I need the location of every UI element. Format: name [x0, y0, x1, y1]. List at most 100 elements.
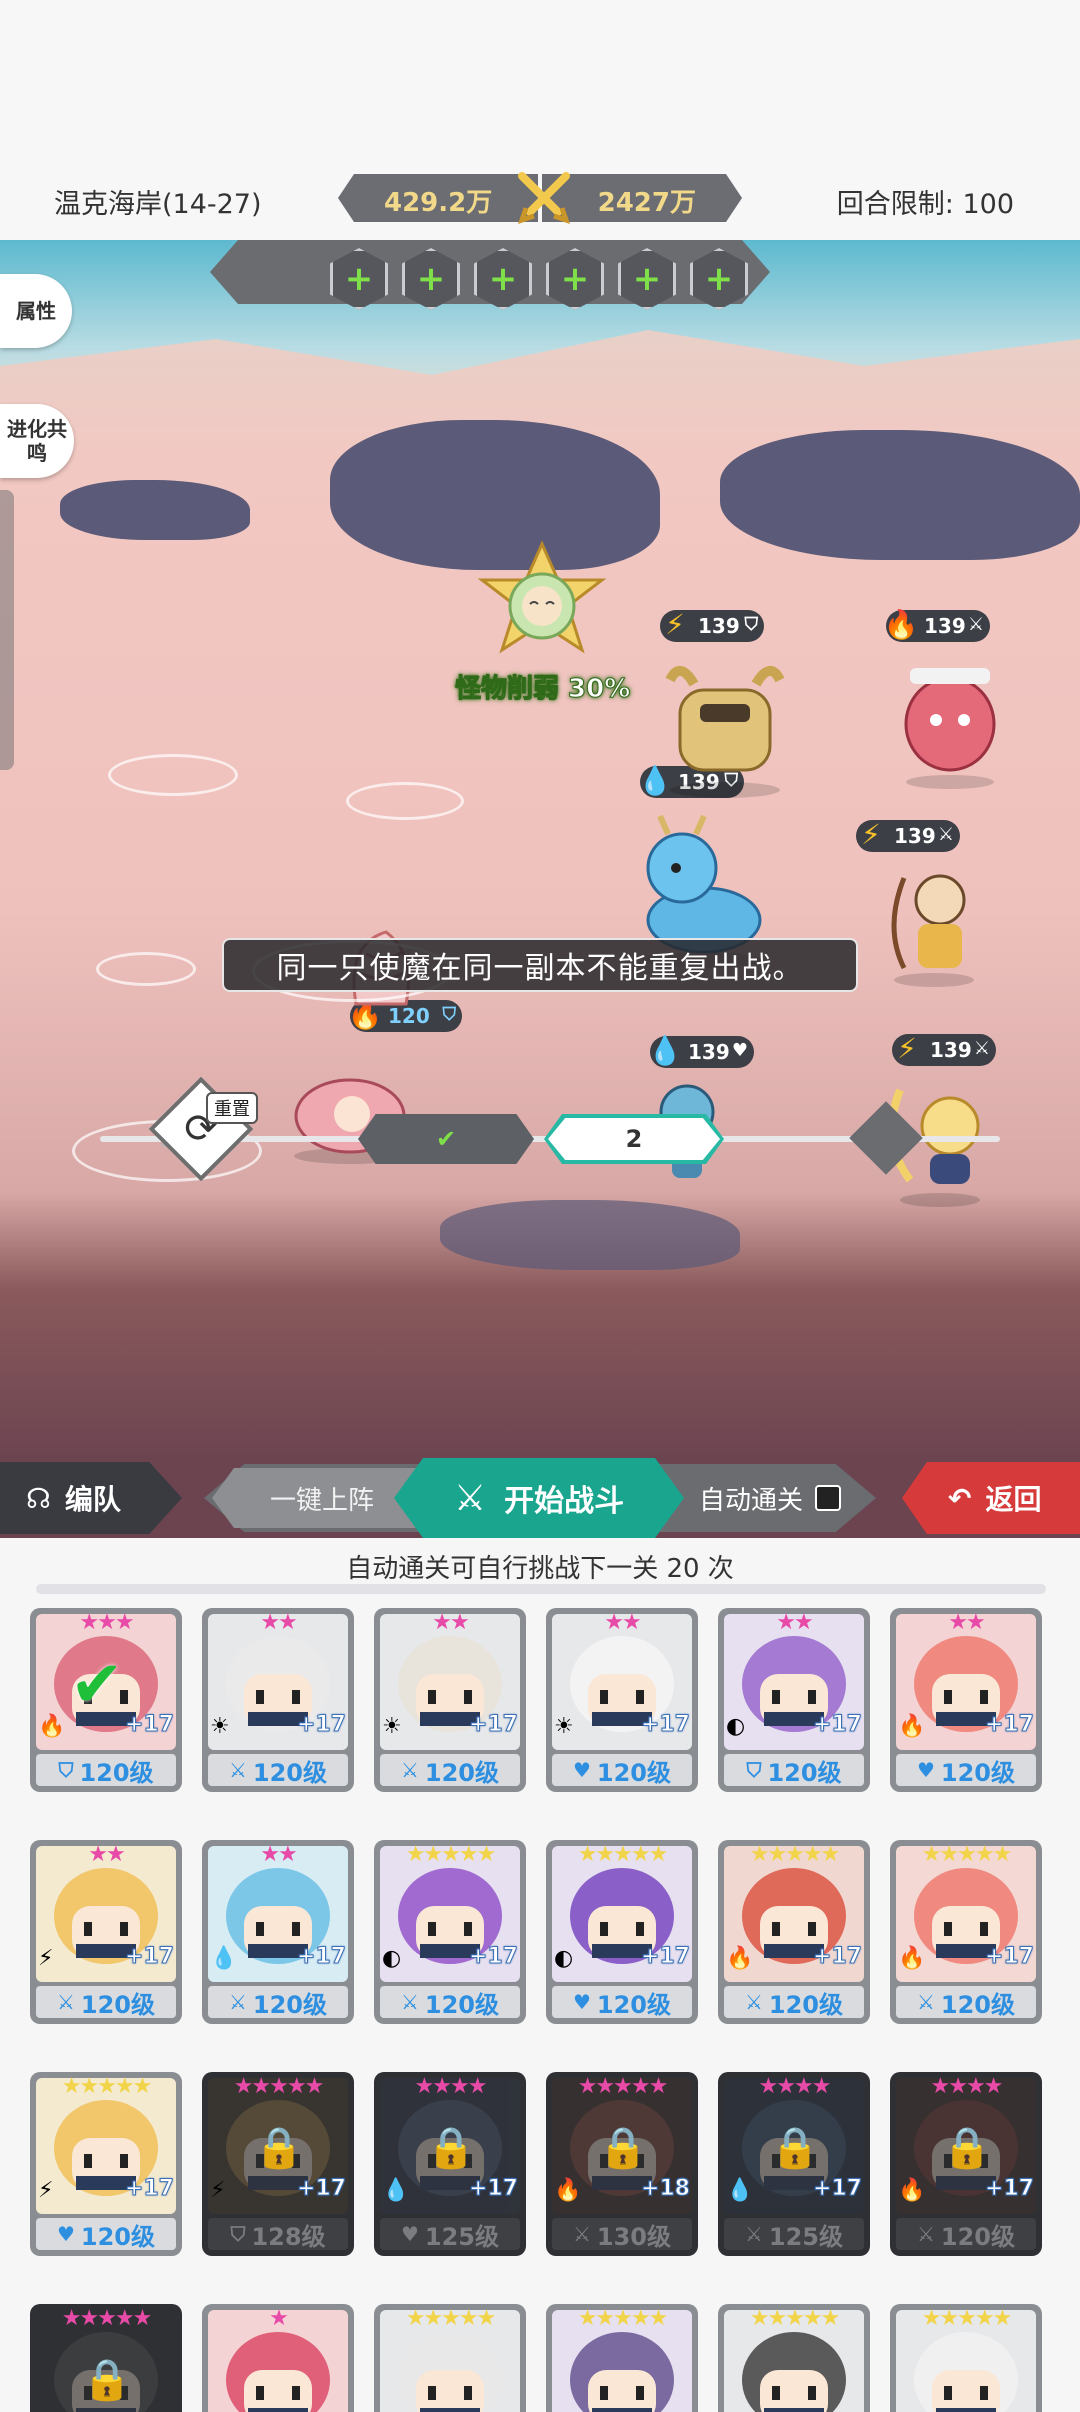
- enemy-archer[interactable]: [874, 858, 994, 988]
- roster-card-locked[interactable]: ★★★★ 💧 +17 ♥ 125级 🔒: [374, 2072, 526, 2256]
- evolution-resonance-button[interactable]: 进化共鸣: [0, 404, 74, 478]
- roster-card[interactable]: ★★★ 🔥 +17 ⛉ 120级 ✔: [30, 1608, 182, 1792]
- element-icon: ☀: [554, 1714, 574, 1739]
- roster-card[interactable]: ★★★★★ ⚡ +17 ♥ 120级: [30, 2072, 182, 2256]
- roster-card-locked[interactable]: ★★★★★ ⚡ +17 ⛉ 128级 🔒: [202, 2072, 354, 2256]
- class-icon: ♥: [916, 1758, 935, 1782]
- auto-clear-checkbox[interactable]: [815, 1485, 841, 1511]
- element-icon: 🔥: [726, 1946, 754, 1971]
- element-icon: 🔥: [38, 1714, 66, 1739]
- enemy-golem[interactable]: [650, 660, 800, 800]
- roster-card[interactable]: ★★ ☀ +17 ⚔ 120级: [374, 1608, 526, 1792]
- roster-card[interactable]: ★: [202, 2304, 354, 2412]
- thunder-icon: ⚡: [861, 818, 881, 851]
- ground-marker[interactable]: [108, 754, 238, 796]
- roster-card[interactable]: ★★★★★: [718, 2304, 870, 2412]
- monster-level: ⚔ 120级: [896, 2218, 1036, 2251]
- monster-level: ⛉ 120级: [724, 1754, 864, 1787]
- element-icon: 💧: [210, 1946, 238, 1971]
- rock: [440, 1200, 740, 1270]
- shield-icon: ⛉: [744, 614, 759, 635]
- enhance-level: +17: [124, 1944, 174, 1970]
- rarity-stars: ★★★★★: [405, 1842, 497, 1867]
- enemy-power: 2427万: [597, 188, 696, 218]
- check-icon: ✔: [435, 1125, 457, 1153]
- progress-node-completed: ✔: [358, 1114, 534, 1164]
- class-icon: ⚔: [228, 1990, 247, 2014]
- rarity-stars: ★★★★★: [921, 2306, 1013, 2331]
- roster-card[interactable]: ★★ ☀ +17 ⚔ 120级: [202, 1608, 354, 1792]
- water-icon: 💧: [647, 1034, 683, 1067]
- class-icon: ⚔: [916, 1990, 935, 2014]
- element-icon: ⚡: [38, 1946, 54, 1971]
- roster-card[interactable]: ★★★★★ 🔥 +17 ⚔ 120级: [718, 1840, 870, 2024]
- roster-card[interactable]: ★★ ☀ +17 ♥ 120级: [546, 1608, 698, 1792]
- monster-level: ⚔ 125级: [724, 2218, 864, 2251]
- heart-icon: ♥: [731, 1040, 748, 1061]
- rarity-stars: ★★★★★: [61, 2074, 153, 2099]
- class-icon: ♥: [400, 2222, 419, 2246]
- enhance-level: +17: [640, 1712, 690, 1738]
- power-comparison: 429.2万 2427万: [338, 172, 742, 224]
- ground-marker[interactable]: [96, 952, 196, 986]
- rarity-stars: ★★: [88, 1842, 125, 1867]
- roster-card[interactable]: ★★★★★: [890, 2304, 1042, 2412]
- stage-name: 温克海岸(14-27): [54, 189, 262, 220]
- roster-card[interactable]: ★★★★★: [546, 2304, 698, 2412]
- enemy-octopus[interactable]: [890, 660, 1010, 790]
- roster-card[interactable]: ★★ 🔥 +17 ♥ 120级: [890, 1608, 1042, 1792]
- lock-icon: 🔒: [254, 2125, 304, 2171]
- element-icon: 🔥: [898, 1714, 926, 1739]
- monster-level: ⚔ 130级: [552, 2218, 692, 2251]
- thunder-icon: ⚡: [665, 608, 685, 641]
- lock-icon: 🔒: [426, 2125, 476, 2171]
- roster-card-locked[interactable]: ★★★★★ 🔒: [30, 2304, 182, 2412]
- monster-level: ⚔ 120级: [724, 1986, 864, 2019]
- class-icon: ⚔: [572, 2222, 591, 2246]
- attributes-button[interactable]: 属性: [0, 274, 72, 348]
- rarity-stars: ★★★★★: [749, 2306, 841, 2331]
- monster-level: ♥ 120级: [552, 1754, 692, 1787]
- crossed-swords-icon: [518, 172, 570, 224]
- element-icon: 🔥: [554, 2178, 582, 2203]
- enhance-level: +17: [124, 2176, 174, 2202]
- lock-icon: 🔒: [598, 2125, 648, 2171]
- lock-icon: 🔒: [82, 2357, 132, 2403]
- enhance-level: +18: [640, 2176, 690, 2202]
- class-icon: ♥: [56, 2222, 75, 2246]
- rarity-stars: ★★★★★: [921, 1842, 1013, 1867]
- roster-card[interactable]: ★★ ◐ +17 ⛉ 120级: [718, 1608, 870, 1792]
- turn-limit: 回合限制: 100: [836, 189, 1014, 220]
- monster-level: ⚔ 120级: [380, 1754, 520, 1787]
- roster-card[interactable]: ★★★★★ ◐ +17 ⚔ 120级: [374, 1840, 526, 2024]
- monster-level: ⛉ 120级: [36, 1754, 176, 1787]
- roster-card-locked[interactable]: ★★★★★ 🔥 +18 ⚔ 130级 🔒: [546, 2072, 698, 2256]
- auto-clear-hint: 自动通关可自行挑战下一关 20 次: [346, 1554, 734, 1584]
- team-button[interactable]: ☊ 编队: [0, 1462, 182, 1534]
- rarity-stars: ★★: [432, 1610, 469, 1635]
- rarity-stars: ★: [269, 2306, 289, 2331]
- enhance-level: +17: [468, 1944, 518, 1970]
- ground-marker[interactable]: [346, 782, 464, 820]
- roster-card[interactable]: ★★ ⚡ +17 ⚔ 120级: [30, 1840, 182, 2024]
- roster-card-locked[interactable]: ★★★★ 🔥 +17 ⚔ 120级 🔒: [890, 2072, 1042, 2256]
- roster-card[interactable]: ★★★★★: [374, 2304, 526, 2412]
- sword-icon: ⚔: [967, 614, 984, 635]
- class-icon: ⛉: [230, 2222, 246, 2246]
- roster-card[interactable]: ★★ 💧 +17 ⚔ 120级: [202, 1840, 354, 2024]
- element-icon: ⚡: [38, 2178, 54, 2203]
- roster-card[interactable]: ★★★★★ ◐ +17 ♥ 120级: [546, 1840, 698, 2024]
- roster-card-locked[interactable]: ★★★★ 💧 +17 ⚔ 125级 🔒: [718, 2072, 870, 2256]
- rarity-stars: ★★★★★: [577, 2306, 669, 2331]
- battlefield: + + + + + + 属性 进化共鸣 怪物削弱 30% ⚡ 139 ⛉ 🔥 139 ⚔…: [0, 240, 1080, 1460]
- start-battle-button[interactable]: ⚔ 开始战斗: [394, 1458, 684, 1538]
- rarity-stars: ★★★★: [930, 2074, 1004, 2099]
- enhance-level: +17: [468, 2176, 518, 2202]
- class-icon: ⛉: [746, 1758, 762, 1782]
- roster-card[interactable]: ★★★★★ 🔥 +17 ⚔ 120级: [890, 1840, 1042, 2024]
- rarity-stars: ★★★★: [414, 2074, 488, 2099]
- auto-clear-toggle[interactable]: 自动通关: [672, 1468, 868, 1528]
- class-icon: ♥: [572, 1990, 591, 2014]
- back-button[interactable]: ↶ 返回: [902, 1462, 1080, 1534]
- enhance-level: +17: [640, 1944, 690, 1970]
